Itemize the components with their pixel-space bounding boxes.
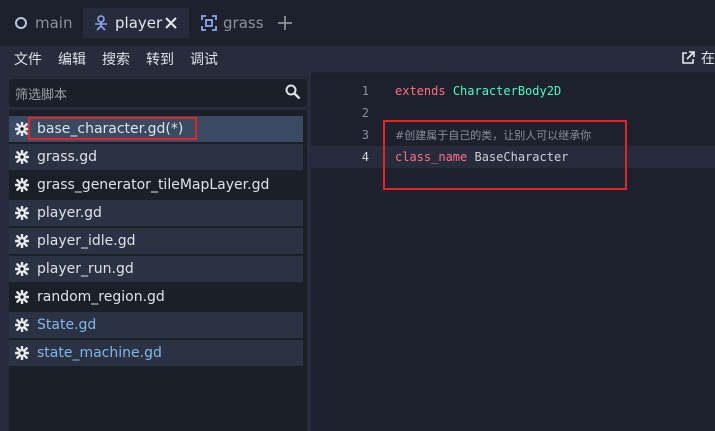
gear-icon (14, 149, 30, 165)
tab-label: grass (223, 14, 264, 32)
script-item-state-machine[interactable]: state_machine.gd (9, 340, 303, 366)
script-item-base-character[interactable]: base_character.gd(*) (9, 116, 303, 142)
online-docs-button[interactable]: 在 (681, 48, 715, 68)
tab-label: player (115, 14, 163, 32)
character-node-icon (92, 14, 110, 32)
tab-grass[interactable]: grass (200, 8, 264, 38)
tab-label: main (35, 14, 73, 32)
comment-token: #创建属于自己的类，让别人可以继承你 (395, 129, 592, 142)
script-item-player[interactable]: player.gd (9, 200, 303, 226)
search-icon (285, 84, 301, 100)
code-line: 1 extends CharacterBody2D (311, 80, 715, 102)
script-file-list: base_character.gd(*) grass.gd grass_gene… (9, 110, 307, 431)
script-name: grass.gd (37, 149, 98, 165)
script-item-state[interactable]: State.gd (9, 312, 303, 338)
keyword-token: extends (395, 84, 446, 98)
menu-goto[interactable]: 转到 (146, 49, 174, 69)
gear-icon (14, 317, 30, 333)
gear-icon (14, 289, 30, 305)
gear-icon (14, 205, 30, 221)
code-line-current: 4 class_name BaseCharacter (311, 146, 715, 168)
script-list-panel: 筛选脚本 base_character.gd(*) grass.gd grass… (0, 72, 311, 431)
script-name: random_region.gd (37, 289, 165, 305)
class-name-token: BaseCharacter (474, 150, 569, 164)
gear-icon (14, 345, 30, 361)
script-item-grass[interactable]: grass.gd (9, 144, 303, 170)
code-editor[interactable]: 1 extends CharacterBody2D 2 3 #创建属于自己的类，… (311, 74, 715, 431)
script-name: State.gd (37, 317, 97, 333)
line-number: 2 (361, 106, 369, 120)
line-content: class_name BaseCharacter (395, 150, 568, 164)
line-content: extends CharacterBody2D (395, 84, 561, 98)
type-token: CharacterBody2D (452, 84, 562, 98)
filter-placeholder: 筛选脚本 (15, 88, 68, 103)
script-name: player_idle.gd (37, 233, 136, 249)
line-number: 4 (361, 150, 369, 164)
script-name: player.gd (37, 205, 102, 221)
script-item-random-region[interactable]: random_region.gd (9, 284, 303, 310)
script-menu-bar: 文件 编辑 搜索 转到 调试 在 (0, 46, 715, 72)
online-docs-label: 在 (701, 51, 715, 67)
keyword-token: class_name (395, 150, 468, 164)
gear-icon (14, 233, 30, 249)
filter-scripts-input[interactable]: 筛选脚本 (9, 79, 307, 107)
close-icon[interactable] (163, 15, 179, 31)
code-line: 2 (311, 102, 715, 124)
gear-icon (14, 121, 30, 137)
tab-player[interactable]: player (83, 8, 189, 38)
menu-edit[interactable]: 编辑 (58, 49, 86, 69)
menu-search[interactable]: 搜索 (102, 49, 130, 69)
menu-debug[interactable]: 调试 (190, 49, 218, 69)
tilemap-node-icon (200, 14, 218, 32)
script-item-player-idle[interactable]: player_idle.gd (9, 228, 303, 254)
script-name: grass_generator_tileMapLayer.gd (37, 177, 270, 193)
scene-circle-icon (12, 14, 30, 32)
external-link-icon (681, 50, 697, 66)
script-name: base_character.gd(*) (37, 121, 184, 137)
tab-main[interactable]: main (12, 8, 72, 38)
gear-icon (14, 177, 30, 193)
script-name: player_run.gd (37, 261, 134, 277)
gear-icon (14, 261, 30, 277)
script-item-grass-generator[interactable]: grass_generator_tileMapLayer.gd (9, 172, 303, 198)
script-item-player-run[interactable]: player_run.gd (9, 256, 303, 282)
scene-tab-bar: main player grass (0, 0, 715, 46)
menu-file[interactable]: 文件 (14, 49, 42, 69)
line-number: 3 (361, 128, 369, 142)
code-line: 3 #创建属于自己的类，让别人可以继承你 (311, 124, 715, 146)
line-number: 1 (361, 84, 369, 98)
script-name: state_machine.gd (37, 345, 162, 361)
add-tab-icon[interactable] (274, 12, 296, 34)
